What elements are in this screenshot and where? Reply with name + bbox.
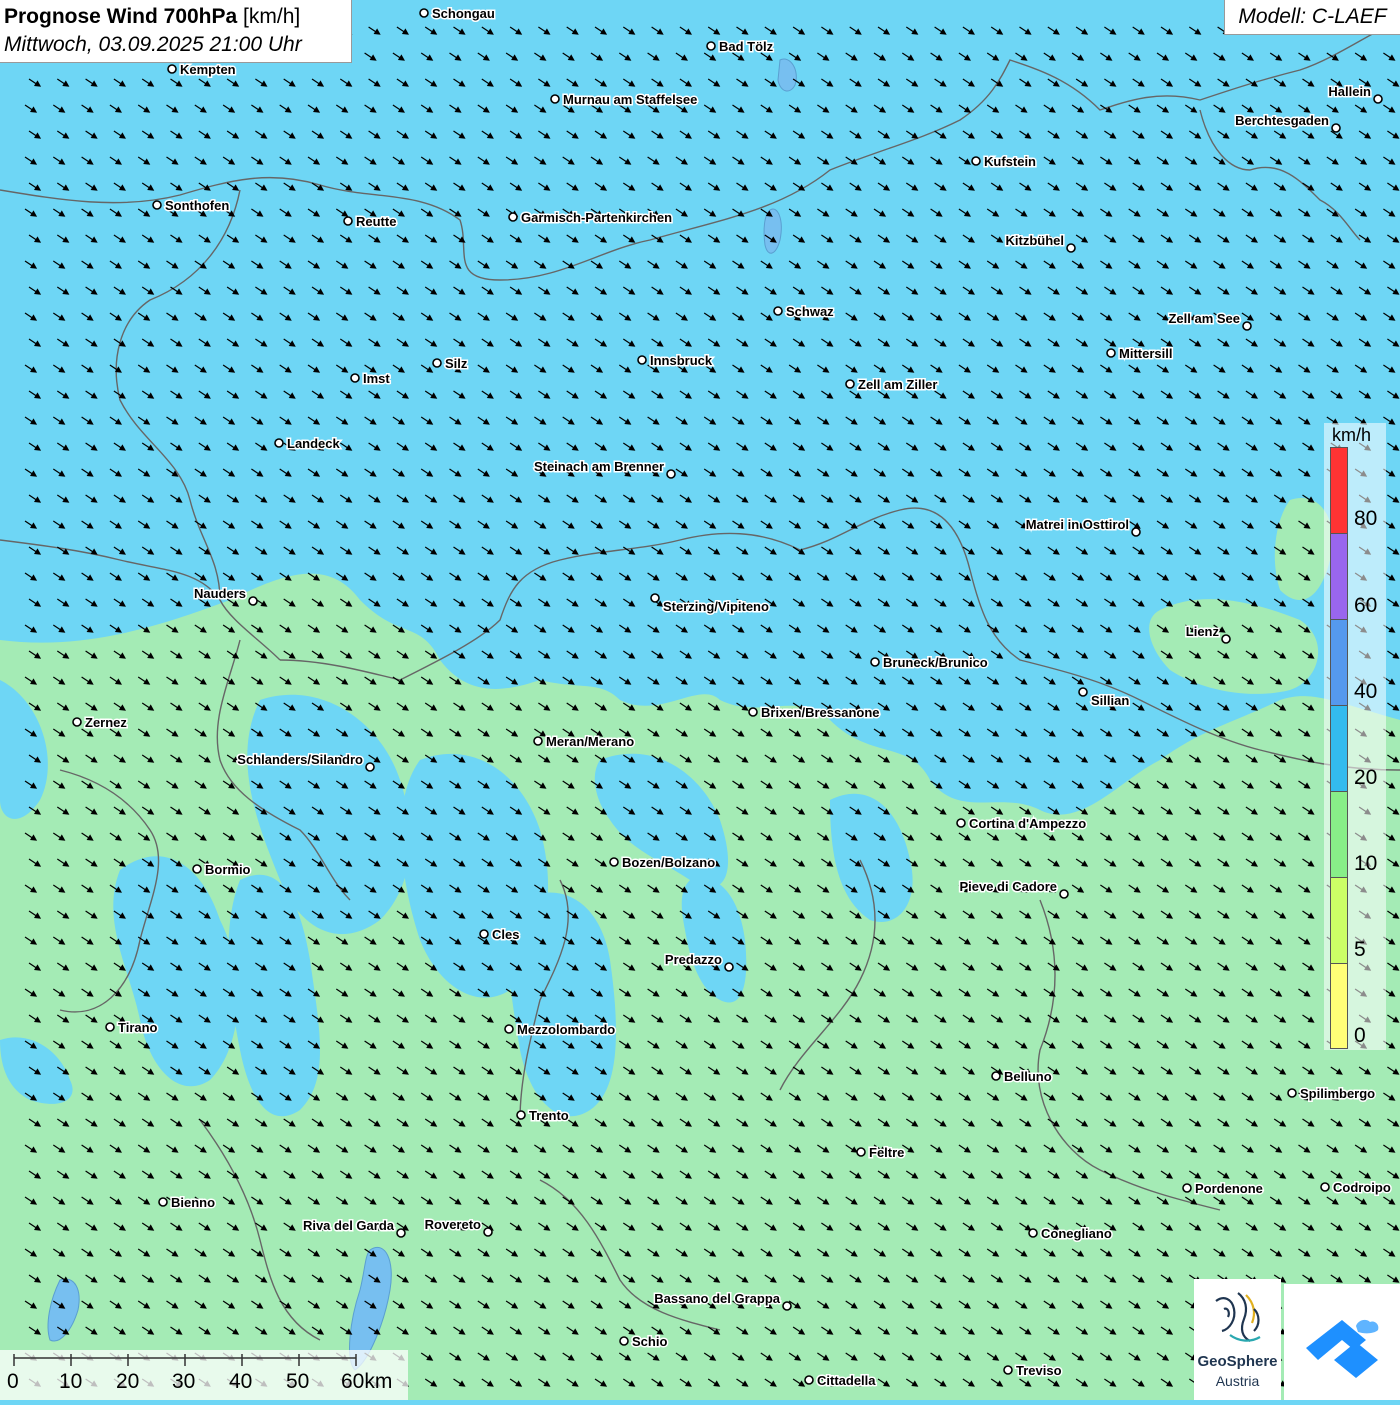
wind-map[interactable]: SchongauBad TölzKemptenMurnau am Staffel… xyxy=(0,0,1400,1400)
